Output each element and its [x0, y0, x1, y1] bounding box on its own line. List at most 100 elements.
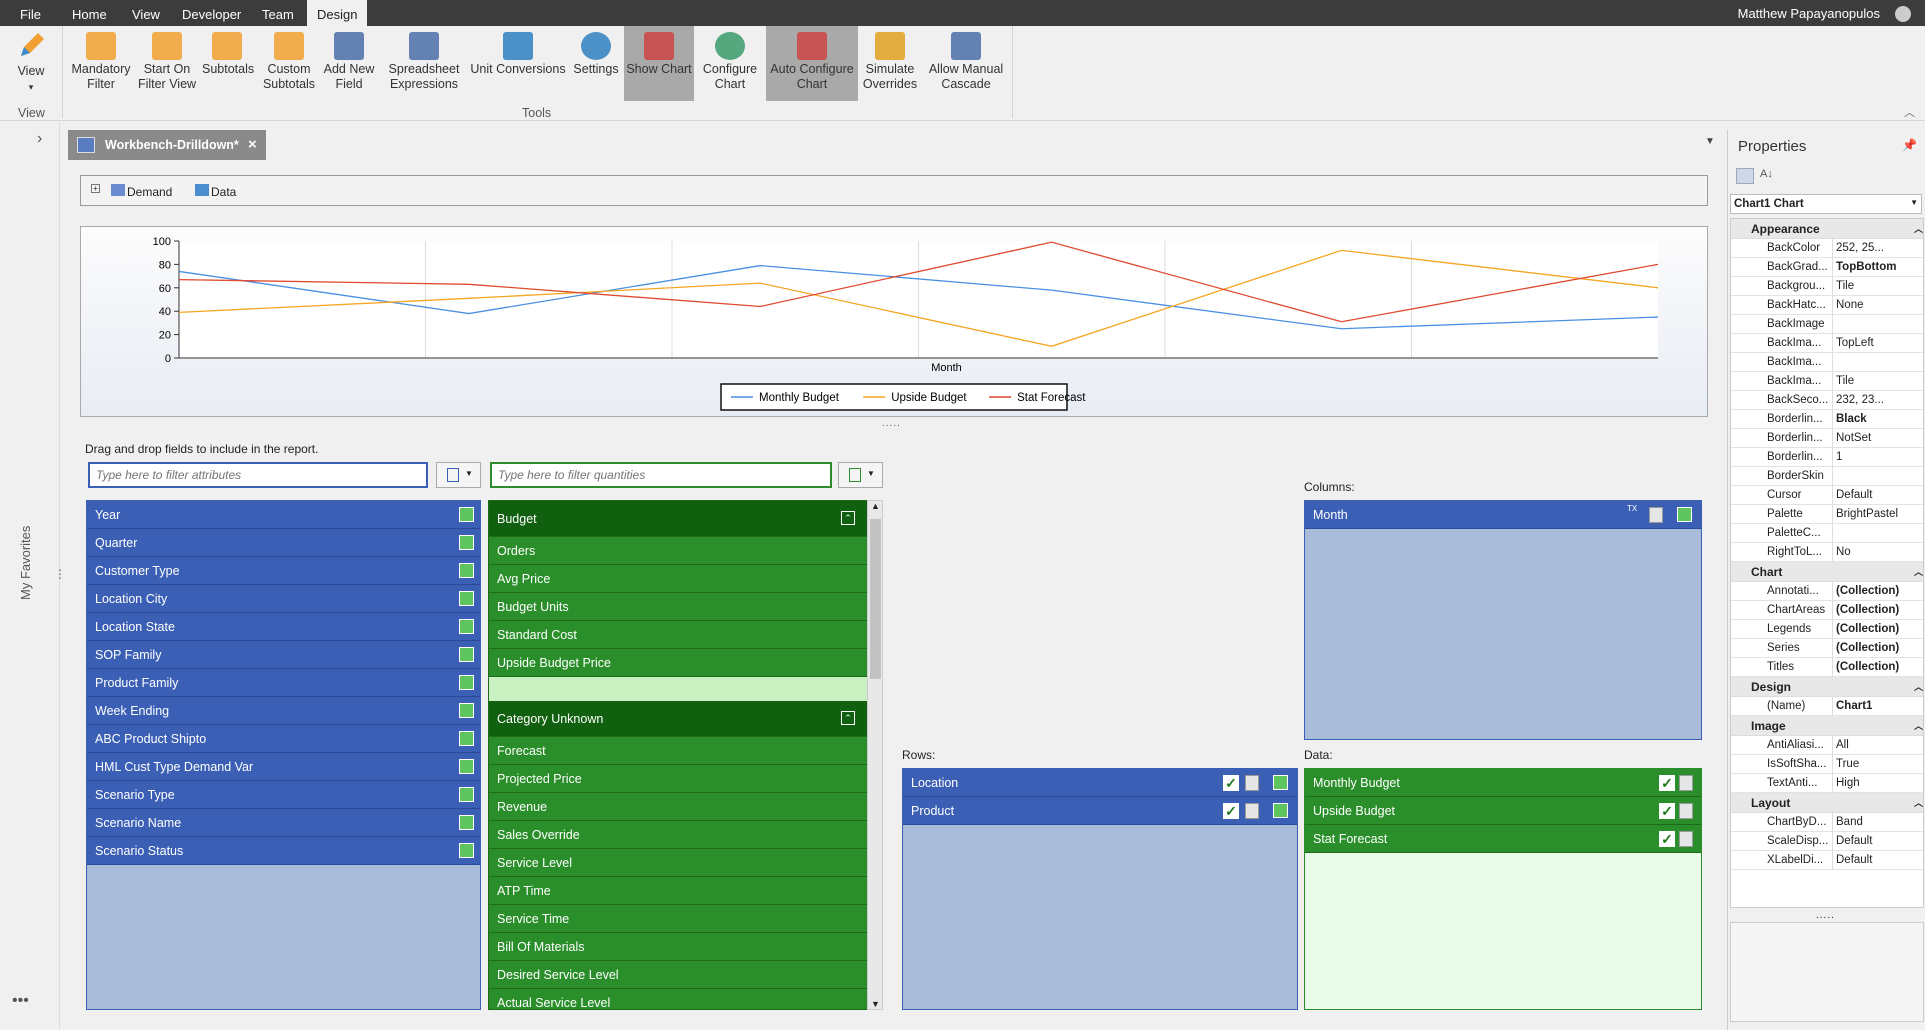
menu-home[interactable]: Home — [62, 0, 117, 26]
property-row[interactable]: RightToL... No — [1731, 543, 1923, 562]
attribute-checkbox[interactable] — [459, 731, 474, 746]
attribute-item[interactable]: Location State — [87, 613, 480, 641]
property-value[interactable] — [1832, 353, 1923, 372]
attribute-checkbox[interactable] — [459, 563, 474, 578]
breadcrumb-data[interactable]: Data — [211, 185, 236, 199]
property-value[interactable]: None — [1832, 296, 1923, 315]
view-button[interactable]: View ▾ — [8, 26, 54, 101]
collapse-category-icon[interactable]: ︿ — [1914, 793, 1923, 813]
property-row[interactable]: Borderlin... NotSet — [1731, 429, 1923, 448]
unit-conversions-button[interactable]: Unit Conversions — [470, 26, 566, 101]
menu-design[interactable]: Design — [307, 0, 368, 26]
custom-subtotals-button[interactable]: Custom Subtotals — [262, 26, 316, 101]
property-row[interactable]: BackHatc... None — [1731, 296, 1923, 315]
attribute-checkbox[interactable] — [459, 507, 474, 522]
property-row[interactable]: TextAnti... High — [1731, 774, 1923, 793]
property-value[interactable]: (Collection) — [1832, 601, 1923, 620]
menu-view[interactable]: View — [122, 0, 170, 26]
property-row[interactable]: PaletteC... — [1731, 524, 1923, 543]
quantity-item[interactable]: Avg Price — [489, 565, 869, 593]
property-row[interactable]: BackImage — [1731, 315, 1923, 334]
object-selector[interactable]: Chart1 Chart ▼ — [1730, 194, 1922, 214]
property-value[interactable]: High — [1832, 774, 1923, 793]
sort-icon[interactable] — [1679, 831, 1693, 847]
property-value[interactable]: No — [1832, 543, 1923, 562]
property-value[interactable]: (Collection) — [1832, 639, 1923, 658]
row-visible-checkbox[interactable]: ✓ — [1223, 803, 1239, 819]
user-avatar[interactable] — [1895, 6, 1911, 22]
auto-configure-chart-button[interactable]: Auto Configure Chart — [766, 26, 858, 101]
data-visible-checkbox[interactable]: ✓ — [1659, 803, 1675, 819]
property-value[interactable]: Chart1 — [1832, 697, 1923, 716]
menu-team[interactable]: Team — [252, 0, 304, 26]
show-chart-button[interactable]: Show Chart — [624, 26, 694, 101]
quantity-item[interactable]: Budget Units — [489, 593, 869, 621]
attribute-checkbox[interactable] — [459, 703, 474, 718]
data-drop-zone[interactable]: Monthly Budget ✓ Upside Budget ✓ Stat Fo… — [1304, 768, 1702, 1010]
document-tab[interactable]: Workbench-Drilldown* × — [68, 130, 266, 160]
collapse-group-icon[interactable]: ⌃ — [841, 511, 855, 525]
quantity-item[interactable]: Desired Service Level — [489, 961, 869, 989]
filter-quantities-input[interactable] — [490, 462, 832, 488]
property-category[interactable]: Layout ︿ — [1731, 793, 1923, 813]
data-visible-checkbox[interactable]: ✓ — [1659, 775, 1675, 791]
property-category[interactable]: Appearance ︿ — [1731, 219, 1923, 239]
property-row[interactable]: BackIma... Tile — [1731, 372, 1923, 391]
property-value[interactable]: Default — [1832, 832, 1923, 851]
rows-drop-zone[interactable]: Location ✓ Product ✓ — [902, 768, 1298, 1010]
property-value[interactable]: Black — [1832, 410, 1923, 429]
data-visible-checkbox[interactable]: ✓ — [1659, 831, 1675, 847]
quantity-item[interactable]: Revenue — [489, 793, 869, 821]
close-tab-icon[interactable]: × — [248, 136, 257, 153]
property-row[interactable]: (Name) Chart1 — [1731, 697, 1923, 716]
pin-icon[interactable]: 📌 — [1902, 138, 1917, 152]
menu-file[interactable]: File — [10, 0, 51, 26]
property-row[interactable]: ChartByD... Band — [1731, 813, 1923, 832]
property-row[interactable]: XLabelDi... Default — [1731, 851, 1923, 870]
add-new-field-button[interactable]: Add New Field — [321, 26, 377, 101]
quantity-options-button[interactable]: ▼ — [838, 462, 883, 488]
property-row[interactable]: Titles (Collection) — [1731, 658, 1923, 677]
sort-icon[interactable] — [1245, 803, 1259, 819]
attribute-options-button[interactable]: ▼ — [436, 462, 481, 488]
attribute-item[interactable]: Product Family — [87, 669, 480, 697]
data-field-monthly-budget[interactable]: Monthly Budget ✓ — [1305, 769, 1701, 797]
quantity-item[interactable]: Bill Of Materials — [489, 933, 869, 961]
property-value[interactable]: (Collection) — [1832, 620, 1923, 639]
property-value[interactable] — [1832, 315, 1923, 334]
attribute-item[interactable]: HML Cust Type Demand Var — [87, 753, 480, 781]
simulate-overrides-button[interactable]: Simulate Overrides — [862, 26, 918, 101]
attribute-item[interactable]: SOP Family — [87, 641, 480, 669]
quantity-item[interactable]: Standard Cost — [489, 621, 869, 649]
attribute-checkbox[interactable] — [459, 591, 474, 606]
attribute-item[interactable]: Scenario Type — [87, 781, 480, 809]
attribute-checkbox[interactable] — [459, 787, 474, 802]
sort-icon[interactable] — [1679, 803, 1693, 819]
collapse-category-icon[interactable]: ︿ — [1914, 716, 1923, 736]
budget-group-header[interactable]: Budget ⌃ — [489, 501, 869, 537]
breadcrumb-demand[interactable]: Demand — [127, 185, 172, 199]
property-value[interactable]: Tile — [1832, 372, 1923, 391]
property-category[interactable]: Image ︿ — [1731, 716, 1923, 736]
property-row[interactable]: Series (Collection) — [1731, 639, 1923, 658]
attribute-item[interactable]: Week Ending — [87, 697, 480, 725]
property-row[interactable]: Borderlin... 1 — [1731, 448, 1923, 467]
property-value[interactable]: Default — [1832, 486, 1923, 505]
property-row[interactable]: BackGrad... TopBottom — [1731, 258, 1923, 277]
row-include-checkbox[interactable] — [1273, 803, 1288, 818]
attribute-checkbox[interactable] — [459, 759, 474, 774]
property-row[interactable]: BackIma... — [1731, 353, 1923, 372]
property-value[interactable]: All — [1832, 736, 1923, 755]
collapse-group-icon[interactable]: ⌃ — [841, 711, 855, 725]
chart-panel[interactable]: 0 20 40 60 80 100 Month Monthly Budget Upside Bu… — [80, 226, 1708, 417]
property-row[interactable]: BackSeco... 232, 23... — [1731, 391, 1923, 410]
property-value[interactable]: BrightPastel — [1832, 505, 1923, 524]
more-vertical-icon[interactable]: ⋮ — [54, 567, 66, 581]
row-visible-checkbox[interactable]: ✓ — [1223, 775, 1239, 791]
more-horizontal-icon[interactable]: ••• — [12, 992, 29, 1010]
splitter-handle[interactable]: ..... — [1816, 910, 1835, 921]
sort-icon[interactable] — [1245, 775, 1259, 791]
filter-attributes-input[interactable] — [88, 462, 428, 488]
expand-chevron-icon[interactable]: › — [37, 130, 42, 148]
attribute-item[interactable]: Location City — [87, 585, 480, 613]
